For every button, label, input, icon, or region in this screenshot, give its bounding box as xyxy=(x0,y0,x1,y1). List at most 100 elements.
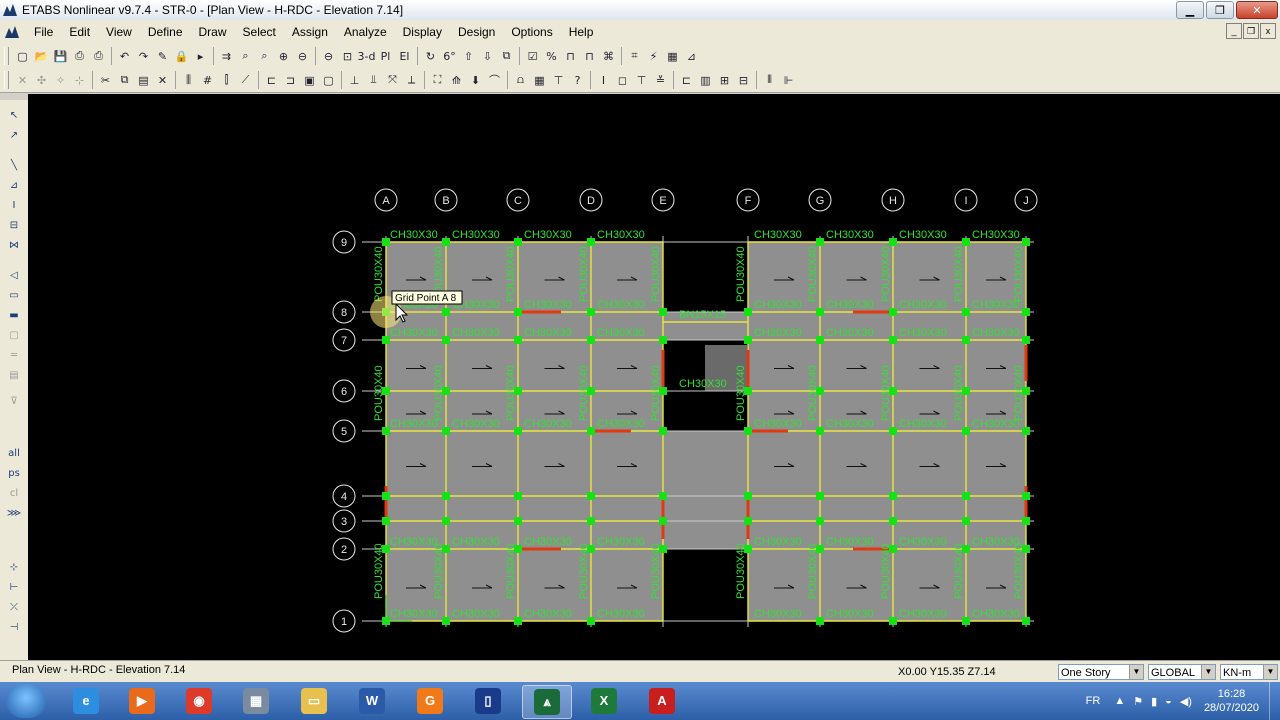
mode-shape-icon[interactable]: ⟰ xyxy=(447,71,466,89)
frame-section-icon[interactable]: ⊐ xyxy=(281,71,300,89)
brace-icon[interactable]: ⌘ xyxy=(599,47,618,65)
plan-view-icon[interactable]: Pl xyxy=(376,47,395,65)
save-icon[interactable]: 💾 xyxy=(51,47,70,65)
menu-options[interactable]: Options xyxy=(503,20,560,44)
new-icon[interactable]: ▢ xyxy=(13,47,32,65)
shear-wall-icon[interactable]: ⊞ xyxy=(715,71,734,89)
deformed-shape-icon[interactable]: ⛶ xyxy=(428,71,447,89)
menu-help[interactable]: Help xyxy=(561,20,602,44)
menu-display[interactable]: Display xyxy=(395,20,450,44)
join-icon[interactable]: ⊥ xyxy=(345,71,364,89)
question-icon[interactable]: ? xyxy=(568,71,587,89)
mdi-minimize-button[interactable]: _ xyxy=(1226,23,1242,39)
draw-dimension-icon[interactable]: ═ xyxy=(4,346,24,364)
taskbar-excel[interactable]: X xyxy=(580,685,628,717)
draw-area-icon[interactable]: ◁ xyxy=(4,266,24,284)
open-icon[interactable]: 📂 xyxy=(32,47,51,65)
stress-icon[interactable]: ⩍ xyxy=(511,71,530,89)
extrude-icon[interactable]: ⤧ xyxy=(383,71,402,89)
battery-icon[interactable]: ▮ xyxy=(1151,695,1157,708)
reshape-icon[interactable]: ↗ xyxy=(4,126,24,144)
draw-column-icon[interactable]: I xyxy=(4,196,24,214)
restore-button[interactable]: ❐ xyxy=(1206,1,1234,19)
draw-icon[interactable]: ⊿ xyxy=(682,47,701,65)
menu-draw[interactable]: Draw xyxy=(191,20,235,44)
replicate-icon[interactable]: ⫼ xyxy=(179,71,198,89)
perspective-icon[interactable]: 6° xyxy=(440,47,459,65)
select-previous-icon[interactable]: ps xyxy=(4,464,24,482)
run-steps-icon[interactable]: ⇉ xyxy=(217,47,236,65)
zoom-restore-icon[interactable]: ⌕ xyxy=(255,47,274,65)
snap-grid-icon[interactable]: ⊹ xyxy=(70,71,89,89)
zoom-window-icon[interactable]: ⌕ xyxy=(236,47,255,65)
taskbar-file-explorer[interactable]: ▭ xyxy=(290,685,338,717)
mdi-restore-button[interactable]: ❐ xyxy=(1243,23,1259,39)
wifi-icon[interactable]: ◒ xyxy=(1165,695,1172,707)
tray-up-arrow-icon[interactable]: ▲ xyxy=(1114,695,1125,707)
menu-edit[interactable]: Edit xyxy=(61,20,98,44)
print-preview-icon[interactable]: ⎙ xyxy=(89,47,108,65)
clear-selection-icon[interactable]: cl xyxy=(4,484,24,502)
menu-select[interactable]: Select xyxy=(235,20,284,44)
draw-rectangle-icon[interactable]: ▭ xyxy=(4,286,24,304)
wall-icon[interactable]: ⌗ xyxy=(625,47,644,65)
draw-wall-icon[interactable]: ▬ xyxy=(4,306,24,324)
rotate-icon[interactable]: ↻ xyxy=(421,47,440,65)
draw-frame-icon[interactable]: ⊿ xyxy=(4,176,24,194)
pan-icon[interactable]: ⊡ xyxy=(338,47,357,65)
snap-intersect-icon[interactable]: ⤫ xyxy=(4,598,24,616)
move-down-icon[interactable]: ⇩ xyxy=(478,47,497,65)
delete-icon[interactable]: ✕ xyxy=(153,71,172,89)
taskbar-chrome[interactable]: ◉ xyxy=(175,685,223,717)
menu-define[interactable]: Define xyxy=(140,20,191,44)
object-shrink-icon[interactable]: ⧉ xyxy=(497,47,516,65)
elevation-view-icon[interactable]: El xyxy=(395,47,414,65)
plan-view-drawing[interactable]: CH30X30 CH30X30 CH30X30 CH30X30 CH30X30 CH30X… xyxy=(28,94,1280,660)
snap-end-icon[interactable]: ✣ xyxy=(32,71,51,89)
lightning-icon[interactable]: ⚡ xyxy=(644,47,663,65)
c-section-icon[interactable]: ⊏ xyxy=(677,71,696,89)
dimension-icon[interactable]: ⊏ xyxy=(262,71,281,89)
taskbar-internet-explorer[interactable]: e xyxy=(62,685,110,717)
loads-icon[interactable]: ⬇ xyxy=(466,71,485,89)
draw-developed-icon[interactable]: ⊽ xyxy=(4,392,24,410)
menu-view[interactable]: View xyxy=(98,20,140,44)
menu-file[interactable]: File xyxy=(26,20,61,44)
plan-view-canvas[interactable]: CH30X30 CH30X30 CH30X30 CH30X30 CH30X30 CH30X… xyxy=(28,94,1280,660)
area-section-icon[interactable]: ◻ xyxy=(613,71,632,89)
menu-assign[interactable]: Assign xyxy=(284,20,336,44)
grid-icon[interactable]: ▦ xyxy=(663,47,682,65)
3d-view-icon[interactable]: 3-d xyxy=(357,47,376,65)
clock[interactable]: 16:28 28/07/2020 xyxy=(1204,687,1259,715)
select-intersect-icon[interactable]: ⋙ xyxy=(4,504,24,522)
output-table-icon[interactable]: ▦ xyxy=(530,71,549,89)
pointer-icon[interactable]: ↖ xyxy=(4,106,24,124)
snap-line-icon[interactable]: ⊢ xyxy=(4,578,24,596)
menu-design[interactable]: Design xyxy=(450,20,503,44)
snap-joint-icon[interactable]: ⊹ xyxy=(4,558,24,576)
align-icon[interactable]: ⟂ xyxy=(402,71,421,89)
select-all-side-icon[interactable]: all xyxy=(4,444,24,462)
taskbar-phone-link[interactable]: ▯ xyxy=(464,685,512,717)
coord-system-select[interactable]: GLOBAL ▼ xyxy=(1148,664,1216,680)
taskbar-pdf-converter[interactable]: G xyxy=(406,685,454,717)
run-icon[interactable]: ▸ xyxy=(191,47,210,65)
taskbar-etabs[interactable]: ⩓ xyxy=(522,685,572,719)
copy-icon[interactable]: ⧉ xyxy=(115,71,134,89)
redo-icon[interactable]: ↷ xyxy=(134,47,153,65)
beam-icon[interactable]: ⊓ xyxy=(580,47,599,65)
draw-line-icon[interactable]: ╲ xyxy=(4,156,24,174)
print-icon[interactable]: ⎙ xyxy=(70,47,89,65)
taskbar-word[interactable]: W xyxy=(348,685,396,717)
volume-icon[interactable]: ◀) xyxy=(1180,695,1192,708)
wall-design-icon[interactable]: ⊩ xyxy=(779,71,798,89)
concrete-design-icon[interactable]: ▥ xyxy=(696,71,715,89)
show-desktop-button[interactable] xyxy=(1269,682,1280,720)
steel-design-icon[interactable]: ⊤ xyxy=(549,71,568,89)
undo-icon[interactable]: ↶ xyxy=(115,47,134,65)
cut-icon[interactable]: ✂ xyxy=(96,71,115,89)
assign-percent-icon[interactable]: % xyxy=(542,47,561,65)
joist-icon[interactable]: ⫴ xyxy=(760,71,779,89)
snap-point-icon[interactable]: ✕ xyxy=(13,71,32,89)
start-button[interactable] xyxy=(6,684,46,718)
